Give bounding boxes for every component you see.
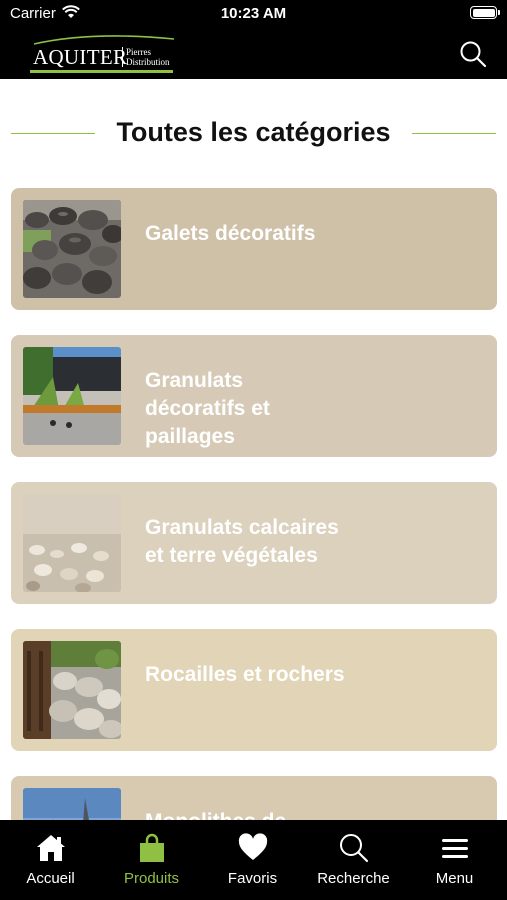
clock: 10:23 AM: [220, 5, 287, 22]
logo-wordmark: AQUITER: [33, 45, 128, 69]
tab-label: Accueil: [26, 870, 75, 887]
title-divider-right: [412, 133, 496, 134]
search-icon[interactable]: [459, 40, 487, 68]
category-card-granulats-decoratifs[interactable]: Granulats décoratifs et paillages: [11, 335, 497, 457]
category-thumbnail: [23, 494, 121, 592]
menu-icon: [441, 839, 468, 858]
app-logo[interactable]: AQUITER Pierres Distribution: [30, 33, 180, 75]
category-card-granulats-calcaires[interactable]: Granulats calcaires et terre végétales: [11, 482, 497, 604]
tab-label: Favoris: [227, 870, 278, 887]
category-label: Galets décoratifs: [145, 222, 316, 245]
logo-subtitle-line2: Distribution: [126, 57, 170, 67]
tab-accueil[interactable]: Accueil: [0, 820, 101, 900]
top-bar: Carrier 10:23 AM AQUITER Pierres Distrib…: [0, 0, 507, 79]
logo-underline: [30, 70, 173, 73]
logo-subtitle-line1: Pierres: [126, 47, 151, 57]
search-icon: [339, 834, 368, 863]
category-thumbnail: [23, 641, 121, 739]
home-icon: [36, 835, 65, 861]
bag-icon: [139, 833, 164, 862]
tab-label: Produits: [123, 870, 180, 887]
heart-icon: [238, 833, 267, 860]
category-thumbnail: [23, 347, 121, 445]
category-label: Granulats décoratifs et paillages: [145, 369, 270, 448]
logo-swoosh: [33, 35, 175, 45]
category-thumbnail: [23, 200, 121, 298]
category-label: Granulats calcaires et terre végétales: [145, 516, 339, 567]
section-header: Toutes les catégories: [0, 117, 507, 151]
category-label: Rocailles et rochers: [145, 663, 345, 686]
tab-label: Menu: [435, 870, 474, 887]
status-bar: Carrier 10:23 AM: [0, 0, 507, 28]
tab-favoris[interactable]: Favoris: [202, 820, 303, 900]
tab-label: Recherche: [317, 870, 390, 887]
tab-menu[interactable]: Menu: [404, 820, 505, 900]
category-card-galets[interactable]: Galets décoratifs: [11, 188, 497, 310]
logo-subtitle: Pierres Distribution: [122, 47, 170, 67]
tab-bar: Accueil Produits Favoris Recherche Menu: [0, 820, 507, 900]
category-card-rocailles[interactable]: Rocailles et rochers: [11, 629, 497, 751]
tab-recherche[interactable]: Recherche: [303, 820, 404, 900]
tab-produits[interactable]: Produits: [101, 820, 202, 900]
battery-icon: [470, 6, 500, 19]
